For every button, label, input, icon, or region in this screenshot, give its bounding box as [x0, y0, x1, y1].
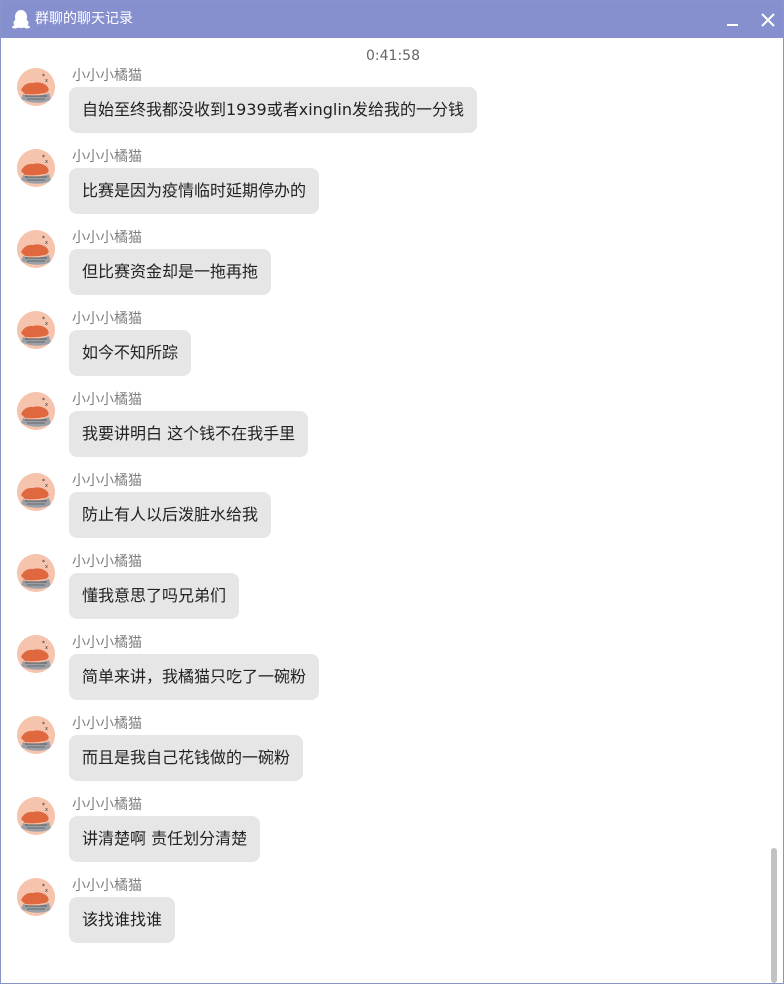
message-bubble[interactable]: 如今不知所踪	[69, 330, 192, 376]
svg-text:x: x	[45, 483, 48, 489]
cat-avatar-icon[interactable]: * x	[17, 392, 55, 430]
scrollbar-thumb[interactable]	[771, 848, 777, 983]
message-sender[interactable]: 小小小橘猫	[72, 473, 142, 490]
message-sender[interactable]: 小小小橘猫	[72, 68, 142, 85]
svg-text:x: x	[45, 564, 48, 570]
svg-text:x: x	[45, 807, 48, 813]
message-bubble[interactable]: 简单来讲，我橘猫只吃了一碗粉	[69, 654, 320, 700]
svg-text:x: x	[45, 645, 48, 651]
chat-message: * x 小小小橘猫但比赛资金却是一拖再拖	[1, 230, 761, 311]
message-sender[interactable]: 小小小橘猫	[72, 797, 142, 814]
cat-avatar-icon[interactable]: * x	[17, 797, 55, 835]
close-icon	[761, 13, 775, 27]
message-bubble[interactable]: 而且是我自己花钱做的一碗粉	[69, 735, 304, 781]
chat-message: * x 小小小橘猫懂我意思了吗兄弟们	[1, 554, 761, 635]
message-sender[interactable]: 小小小橘猫	[72, 635, 142, 652]
window-title: 群聊的聊天记录	[35, 11, 133, 27]
cat-avatar-icon[interactable]: * x	[17, 473, 55, 511]
svg-text:x: x	[45, 240, 48, 246]
message-bubble[interactable]: 讲清楚啊 责任划分清楚	[69, 816, 261, 862]
message-sender[interactable]: 小小小橘猫	[72, 878, 142, 895]
chat-message: * x 小小小橘猫而且是我自己花钱做的一碗粉	[1, 716, 761, 797]
message-bubble[interactable]: 该找谁找谁	[69, 897, 176, 943]
message-bubble[interactable]: 懂我意思了吗兄弟们	[69, 573, 240, 619]
chat-message: * x 小小小橘猫简单来讲，我橘猫只吃了一碗粉	[1, 635, 761, 716]
title-bar[interactable]: 群聊的聊天记录	[1, 1, 783, 38]
message-sender[interactable]: 小小小橘猫	[72, 149, 142, 166]
message-list: 0:41:58 * x 小小小橘猫 自始至终我都没收到1939或者xinglin发给我…	[1, 38, 767, 983]
message-bubble[interactable]: 自始至终我都没收到1939或者xinglin发给我的一分钱	[69, 87, 477, 133]
svg-text:x: x	[45, 159, 48, 165]
chat-history-window: 群聊的聊天记录 0:41:58 * x 小小小橘猫 自始至终我都没收到1939或者xi…	[0, 0, 784, 984]
message-bubble[interactable]: 但比赛资金却是一拖再拖	[69, 249, 272, 295]
message-sender[interactable]: 小小小橘猫	[72, 716, 142, 733]
scrollbar[interactable]	[767, 38, 783, 983]
message-bubble[interactable]: 防止有人以后泼脏水给我	[69, 492, 272, 538]
chat-message: * x 小小小橘猫讲清楚啊 责任划分清楚	[1, 797, 761, 878]
message-sender[interactable]: 小小小橘猫	[72, 392, 142, 409]
chat-message: * x 小小小橘猫如今不知所踪	[1, 311, 761, 392]
cat-avatar-icon[interactable]: * x	[17, 149, 55, 187]
qq-penguin-icon	[12, 9, 30, 29]
minimize-button[interactable]	[721, 7, 743, 33]
svg-text:x: x	[45, 78, 48, 84]
chat-message: * x 小小小橘猫我要讲明白 这个钱不在我手里	[1, 392, 761, 473]
svg-text:x: x	[45, 321, 48, 327]
chat-message: * x 小小小橘猫防止有人以后泼脏水给我	[1, 473, 761, 554]
cat-avatar-icon[interactable]: * x	[17, 68, 55, 106]
close-button[interactable]	[755, 7, 781, 33]
chat-message: * x 小小小橘猫比赛是因为疫情临时延期停办的	[1, 149, 761, 230]
message-sender[interactable]: 小小小橘猫	[72, 230, 142, 247]
chat-message: * x 小小小橘猫自始至终我都没收到1939或者xinglin发给我的一分钱	[1, 68, 761, 149]
cat-avatar-icon[interactable]: * x	[17, 311, 55, 349]
message-sender[interactable]: 小小小橘猫	[72, 311, 142, 328]
cat-avatar-icon[interactable]: * x	[17, 878, 55, 916]
message-bubble[interactable]: 比赛是因为疫情临时延期停办的	[69, 168, 320, 214]
svg-text:x: x	[45, 402, 48, 408]
cat-avatar-icon[interactable]: * x	[17, 230, 55, 268]
message-bubble[interactable]: 我要讲明白 这个钱不在我手里	[69, 411, 309, 457]
cat-avatar-icon[interactable]: * x	[17, 554, 55, 592]
message-sender[interactable]: 小小小橘猫	[72, 554, 142, 571]
chat-message: * x 小小小橘猫该找谁找谁	[1, 878, 761, 959]
cat-avatar-icon[interactable]: * x	[17, 716, 55, 754]
svg-text:x: x	[45, 888, 48, 894]
cat-avatar-icon[interactable]: * x	[17, 635, 55, 673]
svg-text:x: x	[45, 726, 48, 732]
message-timestamp: 0:41:58	[366, 48, 420, 64]
